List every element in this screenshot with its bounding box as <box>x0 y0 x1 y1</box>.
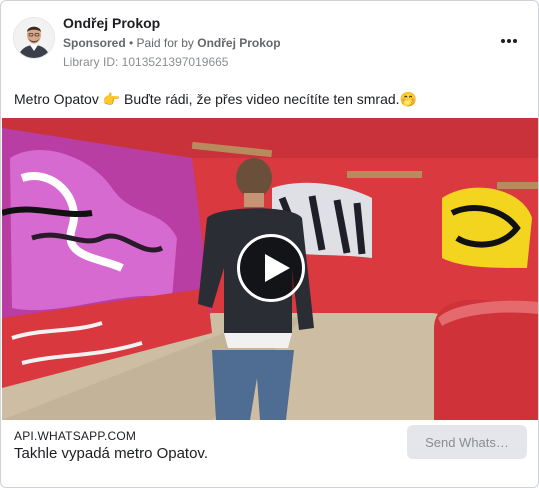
send-whatsapp-button[interactable]: Send Whats… <box>407 425 527 459</box>
paid-for-prefix: • Paid for by <box>125 36 198 50</box>
sponsored-label: Sponsored <box>63 36 126 50</box>
ad-video[interactable] <box>2 118 538 420</box>
advertiser-avatar[interactable] <box>13 17 55 59</box>
play-icon[interactable] <box>237 234 305 302</box>
ad-meta: Sponsored • Paid for by Ondřej Prokop <box>63 36 281 50</box>
link-preview[interactable]: API.WHATSAPP.COM Takhle vypadá metro Opa… <box>2 420 538 487</box>
paid-for-by-name: Ondřej Prokop <box>197 36 281 50</box>
advertiser-name[interactable]: Ondřej Prokop <box>63 15 160 31</box>
link-domain: API.WHATSAPP.COM <box>14 429 137 443</box>
post-caption: Metro Opatov 👉 Buďte rádi, že přes video… <box>14 91 417 107</box>
library-id: Library ID: 1013521397019665 <box>63 55 229 69</box>
ad-card: Ondřej Prokop Sponsored • Paid for by On… <box>0 0 539 488</box>
more-options-icon[interactable] <box>498 31 520 51</box>
link-headline: Takhle vypadá metro Opatov. <box>14 445 208 462</box>
